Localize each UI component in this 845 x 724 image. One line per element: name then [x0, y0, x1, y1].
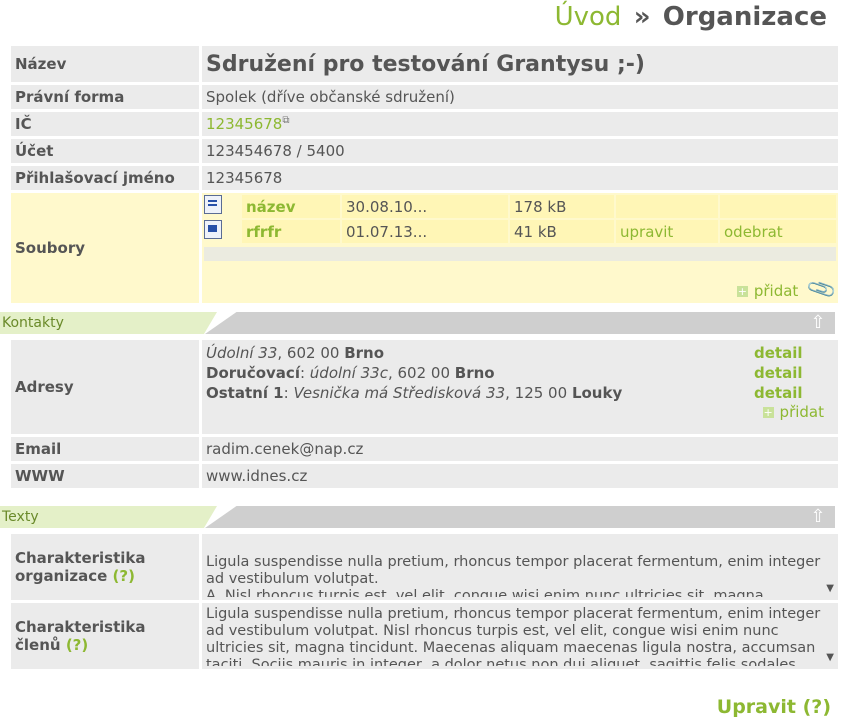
edit-link-group: Upravit (?) [717, 696, 831, 718]
texts-table: Charakteristika organizace (?) Ligula su… [8, 531, 841, 672]
www-label: WWW [11, 464, 199, 488]
ic-link[interactable]: 12345678 [206, 115, 282, 133]
account-label: Účet [11, 139, 199, 163]
org-characteristics-label: Charakteristika organizace (?) [11, 534, 199, 600]
address-street: Vesnička má Středisková 33 [293, 384, 506, 402]
org-characteristics-text-content: Ligula suspendisse nulla pretium, rhoncu… [206, 554, 821, 597]
address-row: Údolní 33, 602 00 Brno detail [206, 343, 834, 363]
files-table: název 30.08.10... 178 kB rfrfr 01.07.13.… [202, 193, 838, 245]
add-address-link[interactable]: přidat [780, 403, 824, 421]
email-value: radim.cenek@nap.cz [202, 437, 838, 461]
organization-name: Sdružení pro testování Grantysu ;-) [206, 51, 645, 77]
files-label: Soubory [11, 193, 199, 303]
collapse-up-icon[interactable]: ⇧ [809, 508, 827, 526]
edit-help-link[interactable]: (?) [803, 696, 831, 718]
page-title: Organizace [662, 2, 827, 32]
address-detail-link[interactable]: detail [754, 344, 834, 362]
address-city: Louky [571, 384, 623, 402]
account-value: 123454678 / 5400 [202, 139, 838, 163]
file-edit-link[interactable]: upravit [620, 223, 673, 241]
contacts-table: Adresy Údolní 33, 602 00 Brno detail Dor… [8, 337, 841, 491]
addresses-label: Adresy [11, 340, 199, 434]
word-document-icon[interactable] [204, 195, 222, 214]
address-street: údolní 33c [309, 364, 388, 382]
file-size: 41 kB [510, 220, 614, 243]
file-name-link[interactable]: rfrfr [246, 223, 281, 241]
file-remove-link[interactable]: odebrat [724, 223, 783, 241]
members-characteristics-text-content: Ligula suspendisse nulla pretium, rhoncu… [206, 606, 821, 666]
contacts-section-header[interactable]: Kontakty ⇧ [0, 312, 835, 334]
email-label: Email [11, 437, 199, 461]
paperclip-icon[interactable]: 📎 [805, 272, 839, 305]
section-bar [205, 312, 835, 334]
collapse-up-icon[interactable]: ⇧ [809, 314, 827, 332]
legal-form-value: Spolek (dříve občanské sdružení) [202, 85, 838, 109]
login-label: Přihlašovací jméno [11, 166, 199, 190]
help-link[interactable]: (?) [66, 636, 88, 654]
expand-down-icon[interactable]: ▼ [826, 580, 834, 597]
breadcrumb-home-link[interactable]: Úvod [555, 2, 622, 32]
plus-icon: + [736, 285, 748, 298]
address-zip: 602 00 [397, 364, 451, 382]
address-type: Ostatní 1 [206, 384, 284, 402]
address-type: Doručovací [206, 364, 300, 382]
members-characteristics-label: Charakteristika členů (?) [11, 603, 199, 669]
address-city: Brno [454, 364, 495, 382]
members-characteristics-text: Ligula suspendisse nulla pretium, rhoncu… [206, 606, 834, 666]
texts-section-title: Texty [0, 506, 217, 528]
add-file-link[interactable]: přidat [754, 282, 798, 300]
file-name-link[interactable]: název [246, 198, 295, 216]
file-date: 01.07.13... [342, 220, 508, 243]
address-row: Ostatní 1: Vesnička má Středisková 33, 1… [206, 383, 834, 403]
file-row: rfrfr 01.07.13... 41 kB upravit odebrat [204, 220, 836, 243]
plus-icon: + [762, 406, 774, 419]
spreadsheet-icon[interactable] [204, 220, 222, 239]
section-bar [205, 506, 835, 528]
legal-form-label: Právní forma [11, 85, 199, 109]
address-detail-link[interactable]: detail [754, 384, 834, 402]
address-zip: 602 00 [286, 344, 340, 362]
address-row: Doručovací: údolní 33c, 602 00 Brno deta… [206, 363, 834, 383]
ic-label: IČ [11, 112, 199, 136]
org-characteristics-text: Ligula suspendisse nulla pretium, rhoncu… [206, 537, 834, 597]
login-value: 12345678 [202, 166, 838, 190]
file-row: název 30.08.10... 178 kB [204, 195, 836, 218]
texts-section-header[interactable]: Texty ⇧ [0, 506, 835, 528]
address-zip: 125 00 [514, 384, 568, 402]
expand-down-icon[interactable]: ▼ [826, 649, 834, 666]
www-value: www.idnes.cz [202, 464, 838, 488]
file-size: 178 kB [510, 195, 614, 218]
address-city: Brno [344, 344, 385, 362]
name-label: Název [11, 46, 199, 82]
breadcrumb: Úvod » Organizace [555, 2, 827, 32]
external-link-icon[interactable]: ⧉ [282, 115, 289, 126]
edit-button[interactable]: Upravit [717, 696, 796, 718]
address-detail-link[interactable]: detail [754, 364, 834, 382]
files-drop-area [204, 247, 836, 261]
organization-details: Název Sdružení pro testování Grantysu ;-… [8, 43, 841, 306]
address-street: Údolní 33 [206, 344, 278, 362]
help-link[interactable]: (?) [113, 567, 135, 585]
breadcrumb-separator: » [633, 2, 651, 32]
file-date: 30.08.10... [342, 195, 508, 218]
contacts-section-title: Kontakty [0, 312, 217, 334]
